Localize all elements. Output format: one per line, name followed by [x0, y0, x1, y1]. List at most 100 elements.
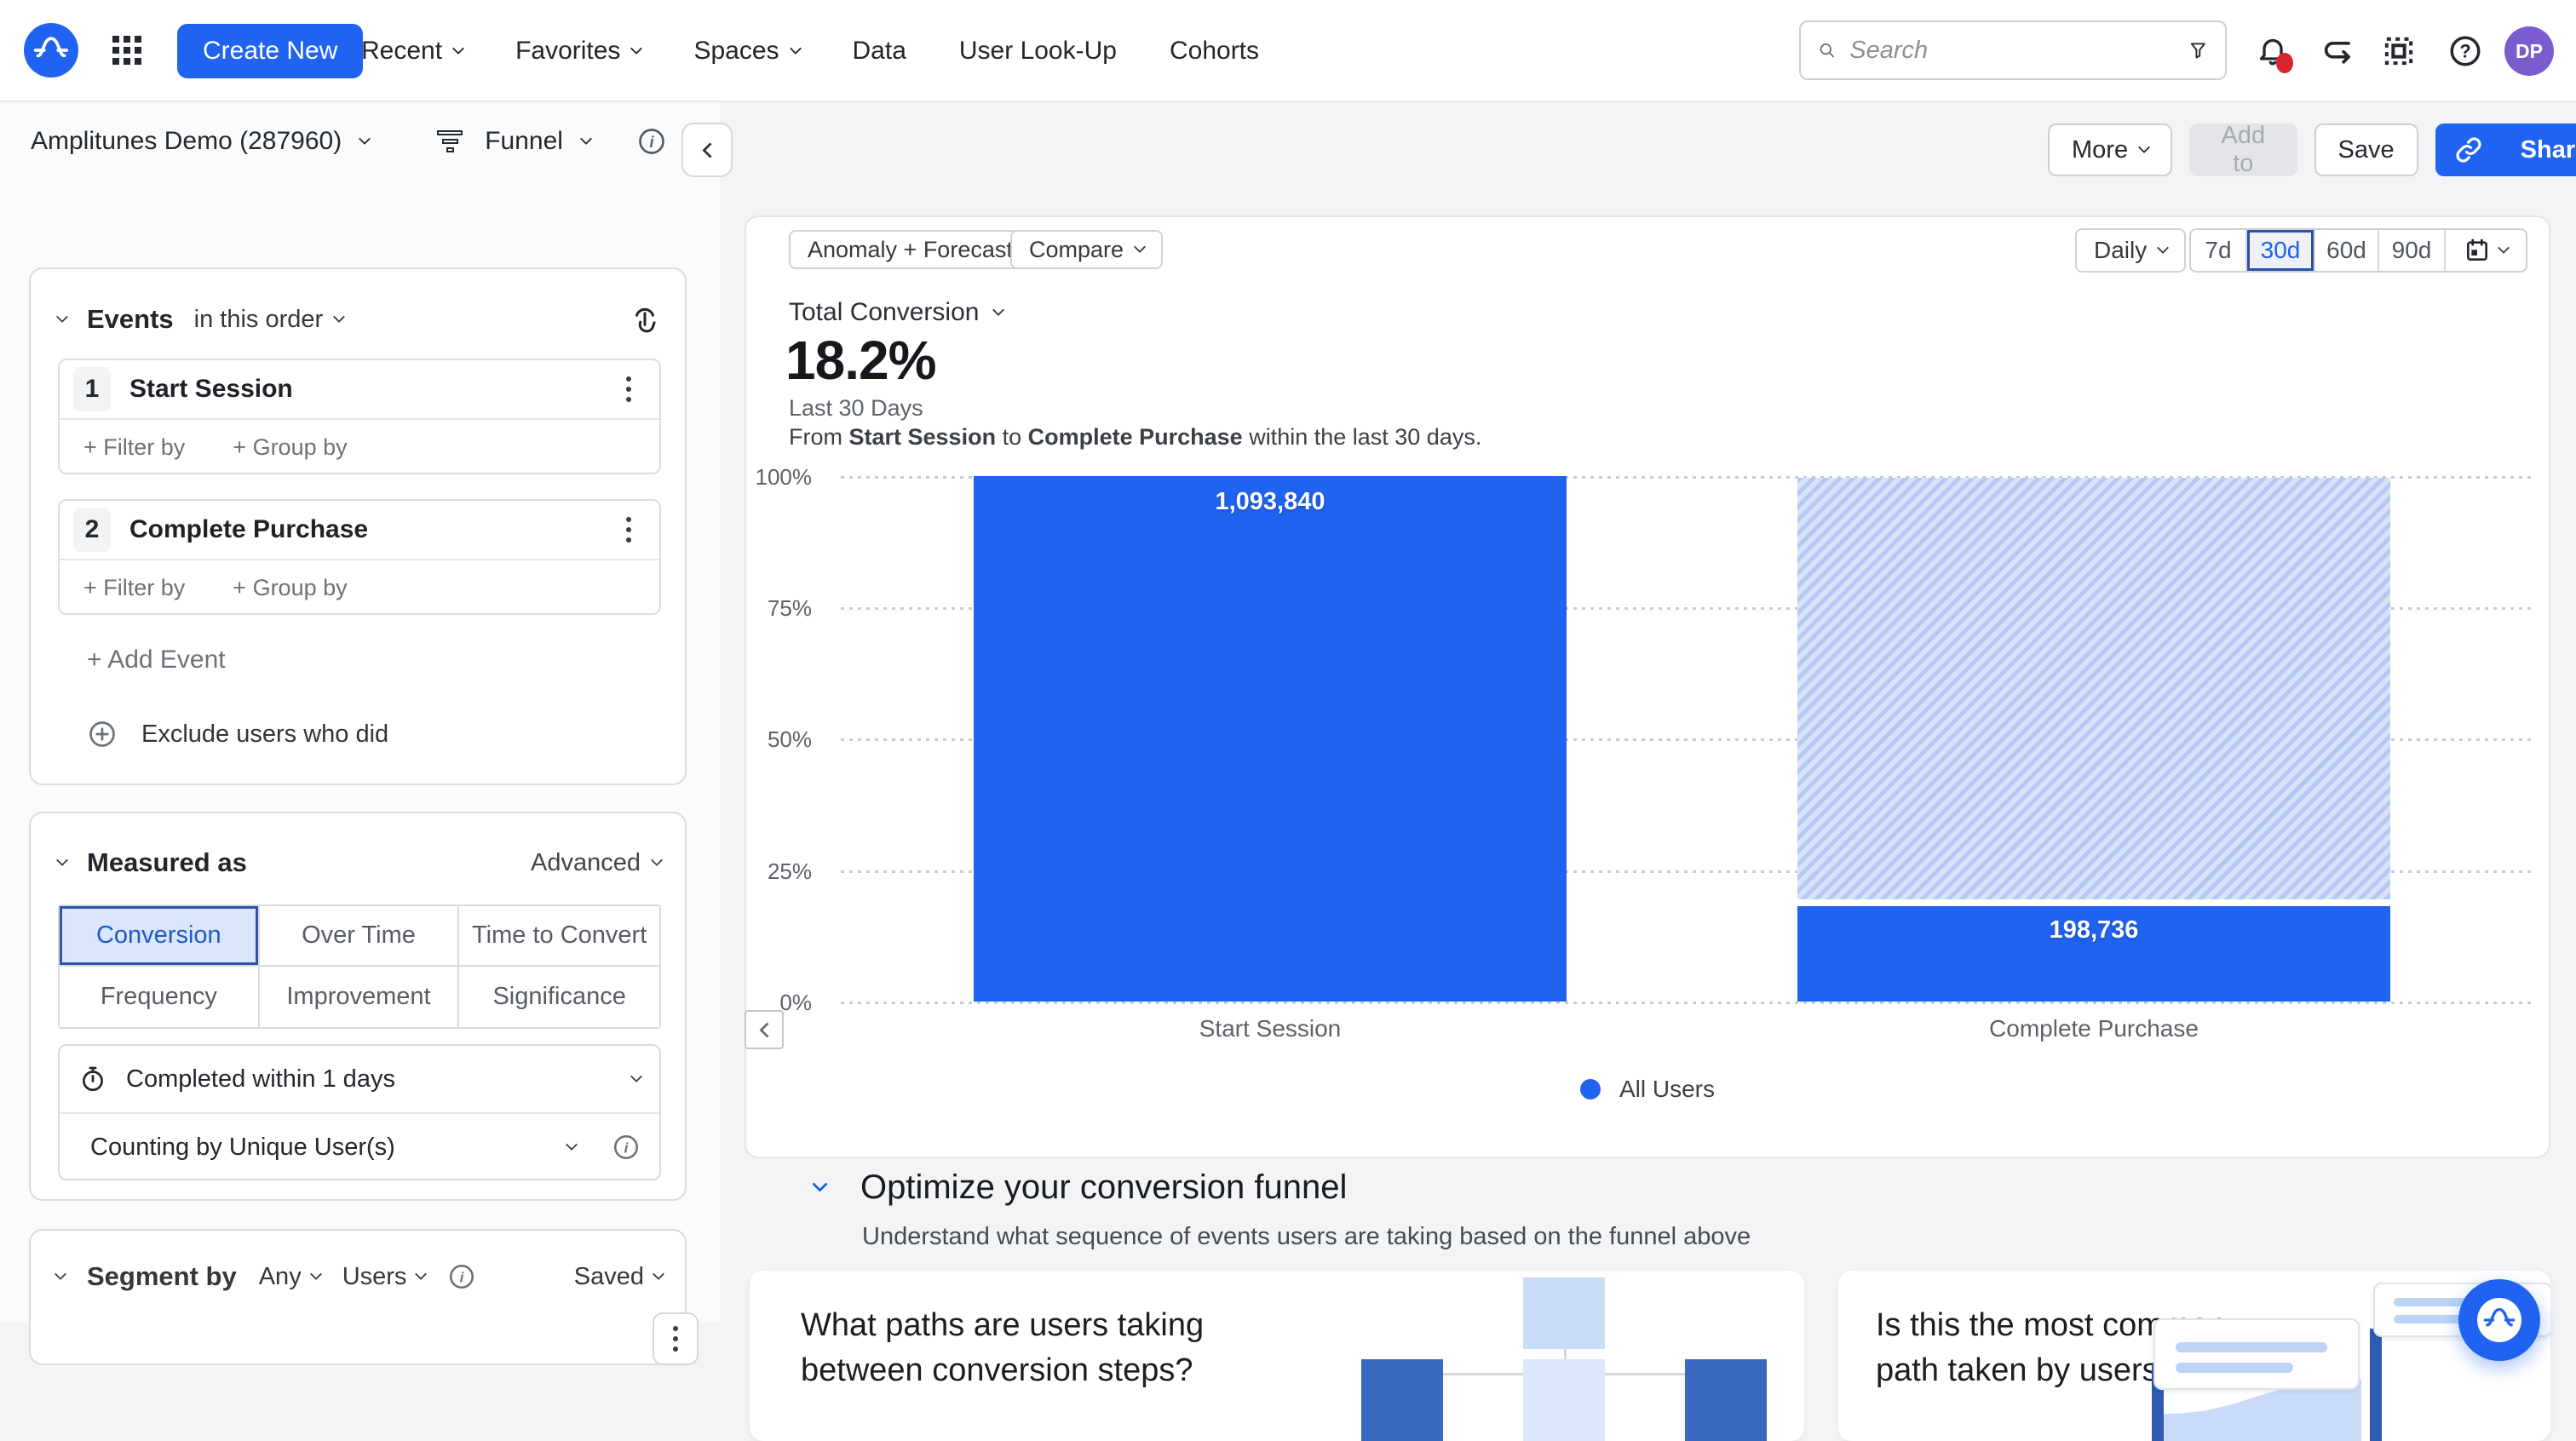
counting-by-selector[interactable]: Counting by Unique User(s) i: [60, 1114, 659, 1180]
segment-saved-selector[interactable]: Saved: [574, 1263, 663, 1291]
amplitude-wave-icon: [32, 32, 70, 69]
insights-collapse-chevron[interactable]: [812, 1176, 827, 1191]
nav-item-favorites[interactable]: Favorites: [515, 37, 641, 66]
plus-circle-icon: [87, 719, 118, 749]
event-order-selector[interactable]: in this order: [194, 306, 344, 334]
insight-card-common-path[interactable]: Is this the most common path taken by us…: [1838, 1271, 2550, 1441]
user-avatar[interactable]: DP: [2504, 26, 2554, 76]
bar-value-label: 198,736: [1797, 916, 2390, 944]
tab-significance[interactable]: Significance: [459, 967, 659, 1027]
range-90d[interactable]: 90d: [2378, 230, 2444, 271]
group-by-link[interactable]: + Group by: [233, 434, 347, 461]
search-box[interactable]: [1799, 20, 2227, 80]
event-name[interactable]: Complete Purchase: [129, 515, 593, 544]
advanced-selector[interactable]: Advanced: [531, 849, 661, 877]
filter-by-link[interactable]: + Filter by: [83, 575, 185, 601]
kebab-menu-icon[interactable]: [612, 510, 646, 549]
range-30d[interactable]: 30d: [2245, 230, 2314, 271]
tab-conversion[interactable]: Conversion: [60, 906, 260, 967]
y-tick-100: 100%: [710, 464, 812, 491]
apps-grid-icon[interactable]: [112, 36, 143, 66]
collapse-chevron-icon[interactable]: [56, 854, 68, 866]
amplitude-logo-icon[interactable]: [24, 23, 78, 78]
insight-card-paths[interactable]: What paths are users taking between conv…: [750, 1271, 1804, 1441]
nav-item-spaces[interactable]: Spaces: [693, 37, 799, 66]
project-selector[interactable]: Amplitunes Demo (287960): [31, 127, 342, 156]
segment-any-selector[interactable]: Any: [259, 1263, 320, 1291]
insights-title: Optimize your conversion funnel: [860, 1168, 1347, 1207]
legend-all-users[interactable]: All Users: [746, 1076, 2549, 1103]
collapse-chevron-icon[interactable]: [56, 311, 68, 323]
custom-date-button[interactable]: [2444, 230, 2526, 271]
chevron-down-icon: [580, 133, 592, 145]
event-name[interactable]: Start Session: [129, 375, 593, 404]
segment-users-selector[interactable]: Users: [342, 1263, 426, 1291]
nav-item-user-lookup[interactable]: User Look-Up: [959, 37, 1117, 66]
add-to-button[interactable]: Add to: [2189, 123, 2297, 176]
funnel-bar-complete-purchase-remainder[interactable]: [1797, 478, 2390, 899]
notifications-bell-icon[interactable]: [2254, 32, 2291, 70]
funnel-plot: 100% 75% 50% 25% 0% 1,093,840 198,736 St…: [841, 476, 2536, 1002]
share-split-button: Share: [2435, 123, 2576, 176]
anomaly-forecast-button[interactable]: Anomaly + Forecast: [789, 230, 1032, 269]
svg-text:?: ?: [2459, 41, 2470, 62]
experiment-scan-icon[interactable]: [2380, 32, 2418, 70]
pathfinder-route-icon[interactable]: [2317, 32, 2355, 70]
group-by-link[interactable]: + Group by: [233, 575, 347, 601]
nav-item-data[interactable]: Data: [853, 37, 906, 66]
svg-text:i: i: [624, 1140, 630, 1157]
chevron-down-icon: [452, 43, 464, 55]
sidebar-more-button[interactable]: [653, 1312, 699, 1365]
metric-selector[interactable]: Total Conversion: [789, 298, 1003, 327]
granularity-selector[interactable]: Daily: [2075, 228, 2186, 273]
amplitude-assistant-fab[interactable]: [2458, 1279, 2540, 1361]
x-label-complete-purchase: Complete Purchase: [1797, 1015, 2390, 1042]
chevron-down-icon: [630, 1071, 642, 1082]
compare-button[interactable]: Compare: [1010, 230, 1163, 269]
funnel-description: From Start Session to Complete Purchase …: [789, 424, 1481, 451]
info-icon[interactable]: i: [447, 1262, 476, 1291]
conversion-window-selector[interactable]: Completed within 1 days: [60, 1046, 659, 1112]
event-step-1[interactable]: 1 Start Session + Filter by + Group by: [58, 359, 661, 474]
tab-over-time[interactable]: Over Time: [260, 906, 460, 967]
range-7d[interactable]: 7d: [2191, 230, 2245, 271]
filter-by-link[interactable]: + Filter by: [83, 434, 185, 461]
nav-items: Recent Favorites Spaces Data User Look-U…: [361, 0, 1259, 102]
collapse-chevron-icon[interactable]: [55, 1268, 66, 1280]
tab-time-to-convert[interactable]: Time to Convert: [459, 906, 659, 967]
toolbar-actions: More Add to Save Share: [2048, 123, 2576, 176]
tab-improvement[interactable]: Improvement: [260, 967, 460, 1027]
search-input[interactable]: [1849, 37, 2175, 65]
y-tick-75: 75%: [710, 595, 812, 622]
link-icon: [2454, 135, 2483, 164]
kebab-menu-icon[interactable]: [612, 370, 646, 409]
tab-frequency[interactable]: Frequency: [60, 967, 260, 1027]
chart-type-selector[interactable]: Funnel: [485, 127, 563, 156]
stopwatch-icon: [78, 1065, 107, 1094]
search-icon: [1818, 37, 1836, 63]
sidebar-collapse-button[interactable]: [681, 123, 733, 177]
nav-item-recent[interactable]: Recent: [361, 37, 463, 66]
hand-tap-icon[interactable]: [629, 303, 661, 336]
help-icon[interactable]: ?: [2447, 32, 2484, 70]
add-event-button[interactable]: + Add Event: [87, 646, 226, 675]
nav-item-cohorts[interactable]: Cohorts: [1170, 37, 1259, 66]
funnel-bar-complete-purchase[interactable]: 198,736: [1797, 906, 2390, 1002]
x-label-start-session: Start Session: [974, 1015, 1567, 1042]
exclude-users-button[interactable]: Exclude users who did: [87, 719, 388, 749]
share-button[interactable]: Share: [2502, 123, 2576, 176]
top-nav: Create New Recent Favorites Spaces Data …: [0, 0, 2576, 102]
more-button[interactable]: More: [2048, 123, 2172, 176]
copy-link-button[interactable]: [2435, 123, 2502, 176]
measured-as-card: Measured as Advanced Conversion Over Tim…: [29, 812, 687, 1201]
event-step-2[interactable]: 2 Complete Purchase + Filter by + Group …: [58, 499, 661, 615]
create-new-button[interactable]: Create New: [177, 24, 363, 78]
funnel-bar-start-session[interactable]: 1,093,840: [974, 476, 1567, 1002]
save-button[interactable]: Save: [2314, 123, 2418, 176]
info-icon[interactable]: i: [612, 1133, 641, 1162]
chart-panel-collapse-button[interactable]: [745, 1010, 784, 1049]
measured-as-title: Measured as: [87, 847, 247, 878]
info-icon[interactable]: i: [636, 126, 667, 157]
range-60d[interactable]: 60d: [2314, 230, 2378, 271]
filter-funnel-icon[interactable]: [2188, 37, 2208, 64]
